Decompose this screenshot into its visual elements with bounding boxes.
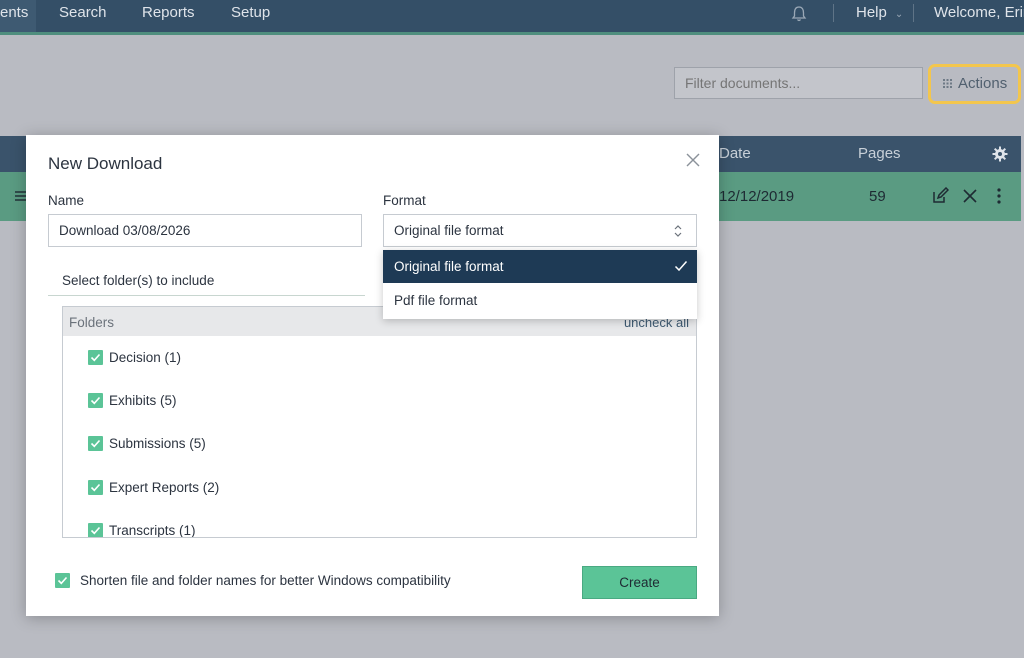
delete-icon[interactable] <box>961 187 979 205</box>
format-dropdown: Original file format Pdf file format <box>383 250 697 319</box>
folder-checkbox[interactable] <box>88 523 103 537</box>
dialog-title: New Download <box>48 154 163 173</box>
filter-documents-input[interactable] <box>674 67 923 99</box>
format-select[interactable]: Original file format <box>383 214 697 247</box>
tab-label: Select folder(s) to include <box>62 273 215 288</box>
column-header-pages[interactable]: Pages <box>858 136 901 172</box>
name-label: Name <box>48 193 85 208</box>
format-selected-value: Original file format <box>394 223 504 238</box>
chevron-down-icon: ⌄ <box>894 9 904 20</box>
format-option-original[interactable]: Original file format <box>383 250 697 283</box>
more-icon[interactable] <box>990 187 1008 205</box>
folder-label: Exhibits (5) <box>109 393 177 408</box>
nav-item-documents[interactable]: ents <box>0 0 37 32</box>
nav-item-label: Setup <box>231 4 271 21</box>
folders-list: Folders uncheck all Decision (1) Exhibit… <box>62 306 697 538</box>
user-menu[interactable]: Welcome, Erin <box>934 0 1024 32</box>
folder-label: Transcripts (1) <box>109 523 196 538</box>
checkmark-icon <box>90 483 101 492</box>
welcome-label: Welcome, Erin <box>934 4 1024 21</box>
nav-item-reports[interactable]: Reports <box>142 0 195 32</box>
shorten-names-label: Shorten file and folder names for better… <box>80 573 451 588</box>
folder-label: Submissions (5) <box>109 436 206 451</box>
nav-item-label: Search <box>59 4 107 21</box>
nav-item-label: Reports <box>142 4 195 21</box>
shorten-names-checkbox[interactable] <box>55 573 70 588</box>
folder-label: Decision (1) <box>109 350 182 365</box>
row-date: 12/12/2019 <box>719 188 795 205</box>
checkmark-icon <box>674 261 688 272</box>
option-label: Pdf file format <box>394 293 478 308</box>
folder-checkbox[interactable] <box>88 480 103 495</box>
new-download-dialog: New Download Name Download 03/08/2026 Fo… <box>26 135 719 616</box>
bell-icon[interactable] <box>790 5 808 23</box>
nav-item-setup[interactable]: Setup <box>231 0 270 32</box>
folders-header-label: Folders <box>69 315 115 330</box>
format-label: Format <box>383 193 426 208</box>
format-option-pdf[interactable]: Pdf file format <box>383 284 697 317</box>
nav-item-search[interactable]: Search <box>59 0 107 32</box>
row-pages: 59 <box>869 188 886 205</box>
checkmark-icon <box>90 396 101 405</box>
actions-button[interactable]: Actions <box>928 64 1021 104</box>
checkmark-icon <box>90 439 101 448</box>
folder-label: Expert Reports (2) <box>109 480 220 495</box>
option-label: Original file format <box>394 259 504 274</box>
column-header-date[interactable]: Date <box>719 136 751 172</box>
folder-checkbox[interactable] <box>88 350 103 365</box>
help-label: Help <box>856 4 887 21</box>
folder-checkbox[interactable] <box>88 436 103 451</box>
close-icon[interactable] <box>685 152 701 168</box>
select-arrows-icon <box>674 225 682 237</box>
checkmark-icon <box>90 526 101 535</box>
tab-select-folders[interactable]: Select folder(s) to include <box>48 273 365 296</box>
nav-divider <box>913 4 914 22</box>
nav-item-label: ents <box>0 4 29 21</box>
nav-divider <box>833 4 834 22</box>
folder-checkbox[interactable] <box>88 393 103 408</box>
create-button[interactable]: Create <box>582 566 697 599</box>
grid-icon <box>943 79 952 88</box>
edit-icon[interactable] <box>931 187 949 205</box>
checkmark-icon <box>90 353 101 362</box>
help-menu[interactable]: Help ⌄ <box>856 0 903 32</box>
gear-icon[interactable] <box>992 146 1008 162</box>
actions-label: Actions <box>958 75 1008 92</box>
name-field[interactable]: Download 03/08/2026 <box>48 214 362 247</box>
top-nav: ents Search Reports Setup Help ⌄ Welcome,… <box>0 0 1024 35</box>
checkmark-icon <box>57 576 68 585</box>
